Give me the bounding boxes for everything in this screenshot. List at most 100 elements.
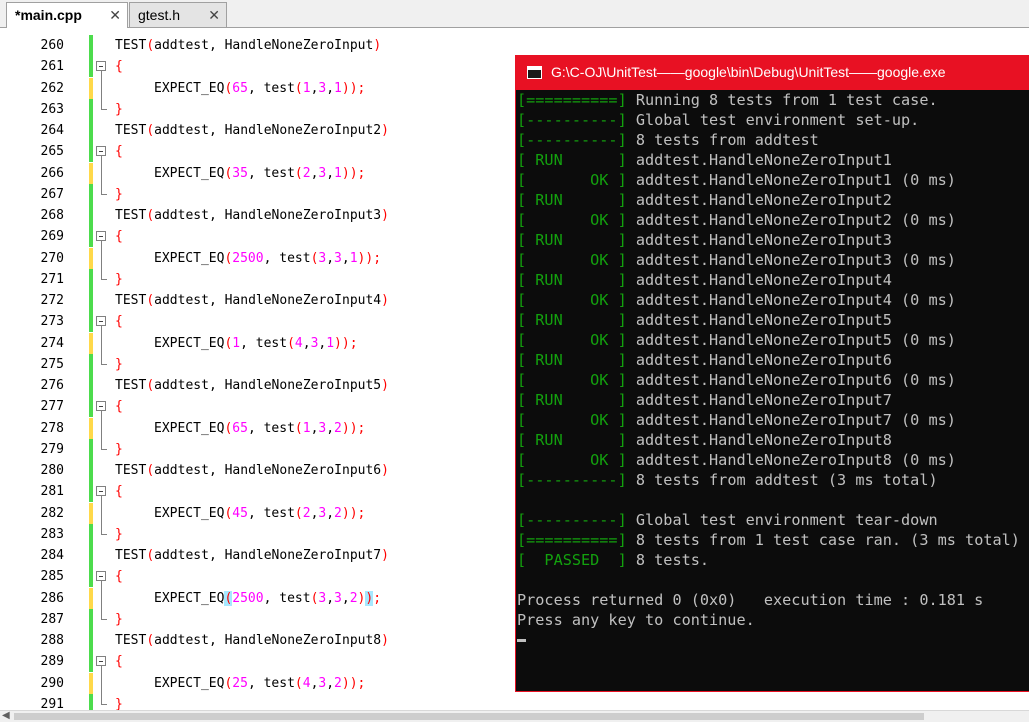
tab-label: *main.cpp xyxy=(15,7,82,23)
expect-statement: EXPECT_EQ(2500, test(3,3,2)); xyxy=(154,590,382,606)
fold-collapse-icon[interactable] xyxy=(96,571,106,582)
change-marker xyxy=(89,35,93,56)
call-arguments: 1,3,2 xyxy=(302,420,342,436)
close-icon[interactable]: ✕ xyxy=(109,3,121,27)
test-declaration: TEST(addtest, HandleNoneZeroInput) xyxy=(115,38,382,53)
fold-collapse-icon[interactable] xyxy=(96,401,106,412)
expected-value: 45 xyxy=(232,505,248,521)
status-tag: [ RUN ] xyxy=(517,431,627,449)
test-declaration: TEST(addtest, HandleNoneZeroInput4) xyxy=(115,293,389,308)
fold-collapse-icon[interactable] xyxy=(96,656,106,667)
change-marker xyxy=(89,672,93,694)
line-number: 265 xyxy=(40,144,64,160)
line-number: 289 xyxy=(40,654,64,670)
suite-name: addtest xyxy=(154,378,209,393)
line-number: 263 xyxy=(40,101,64,117)
console-text: addtest.HandleNoneZeroInput3 xyxy=(626,231,892,249)
close-brace: } xyxy=(115,101,123,117)
line-number: 261 xyxy=(40,59,64,75)
fold-end-marker xyxy=(101,533,107,535)
console-line: [ RUN ] addtest.HandleNoneZeroInput3 xyxy=(517,230,1029,250)
change-marker xyxy=(89,332,93,354)
change-marker xyxy=(89,77,93,99)
console-text: addtest.HandleNoneZeroInput4 (0 ms) xyxy=(626,291,956,309)
open-brace: { xyxy=(115,654,123,670)
function-name: test xyxy=(263,505,295,521)
status-tag: [==========] xyxy=(517,91,627,109)
text-cursor xyxy=(517,639,526,642)
fold-collapse-icon[interactable] xyxy=(96,486,106,497)
macro-name: EXPECT_EQ xyxy=(154,80,225,96)
expect-statement: EXPECT_EQ(65, test(1,3,1)); xyxy=(154,80,366,96)
suite-name: addtest xyxy=(154,208,209,223)
line-number: 288 xyxy=(40,633,64,648)
line-number: 280 xyxy=(40,463,64,478)
console-text: addtest.HandleNoneZeroInput7 (0 ms) xyxy=(626,411,956,429)
fold-collapse-icon[interactable] xyxy=(96,146,106,157)
console-line: [----------] 8 tests from addtest (3 ms … xyxy=(517,470,1029,490)
line-number-gutter: 260 261 262 263 264 265 266 267 268 269 270 271 272 2… xyxy=(0,28,66,710)
console-text: Global test environment set-up. xyxy=(626,111,920,129)
suite-name: addtest xyxy=(154,293,209,308)
close-brace: } xyxy=(115,526,123,542)
line-number: 270 xyxy=(40,250,64,266)
change-marker xyxy=(89,162,93,184)
open-brace: { xyxy=(115,569,123,585)
line-number: 273 xyxy=(40,314,64,330)
console-line: [----------] Global test environment tea… xyxy=(517,510,1029,530)
console-text: addtest.HandleNoneZeroInput6 (0 ms) xyxy=(626,371,956,389)
suite-name: addtest xyxy=(154,548,209,563)
expected-value: 2500 xyxy=(232,250,264,266)
change-marker xyxy=(89,98,93,120)
fold-end-marker xyxy=(101,703,107,705)
test-declaration: TEST(addtest, HandleNoneZeroInput7) xyxy=(115,548,389,563)
tab-gtest-h[interactable]: gtest.h ✕ xyxy=(129,2,227,27)
line-number: 290 xyxy=(40,675,64,691)
status-tag: [ RUN ] xyxy=(517,191,627,209)
macro-name: EXPECT_EQ xyxy=(154,675,225,691)
console-text: addtest.HandleNoneZeroInput8 (0 ms) xyxy=(626,451,956,469)
change-marker xyxy=(89,481,93,503)
fold-guide xyxy=(101,71,102,110)
close-brace: } xyxy=(115,696,123,710)
line-number: 283 xyxy=(40,526,64,542)
scroll-left-icon[interactable]: ◀ xyxy=(2,710,10,721)
close-icon[interactable]: ✕ xyxy=(208,3,220,27)
macro-name: EXPECT_EQ xyxy=(154,250,225,266)
line-number: 268 xyxy=(40,208,64,223)
change-marker xyxy=(89,566,93,588)
console-text: addtest.HandleNoneZeroInput2 (0 ms) xyxy=(626,211,956,229)
tab-main-cpp[interactable]: *main.cpp ✕ xyxy=(6,2,128,28)
close-brace: } xyxy=(115,356,123,372)
console-title-bar[interactable]: G:\C-OJ\UnitTest——google\bin\Debug\UnitT… xyxy=(516,55,1029,90)
console-window[interactable]: G:\C-OJ\UnitTest——google\bin\Debug\UnitT… xyxy=(515,55,1029,692)
function-name: test xyxy=(263,420,295,436)
console-line: [ RUN ] addtest.HandleNoneZeroInput8 xyxy=(517,430,1029,450)
status-tag: [ OK ] xyxy=(517,371,627,389)
scrollbar-thumb[interactable] xyxy=(14,713,924,720)
console-line: [ OK ] addtest.HandleNoneZeroInput6 (0 m… xyxy=(517,370,1029,390)
line-number: 260 xyxy=(40,38,64,53)
fold-end-marker xyxy=(101,363,107,365)
console-line: [ RUN ] addtest.HandleNoneZeroInput7 xyxy=(517,390,1029,410)
console-line: [----------] 8 tests from addtest xyxy=(517,130,1029,150)
console-text: addtest.HandleNoneZeroInput6 xyxy=(626,351,892,369)
function-name: test xyxy=(279,590,311,606)
close-brace: } xyxy=(115,271,123,287)
change-marker xyxy=(89,120,93,141)
horizontal-scrollbar[interactable]: ◀ xyxy=(0,710,1029,722)
change-marker xyxy=(89,693,93,710)
macro-name: EXPECT_EQ xyxy=(154,165,225,181)
status-tag: [ RUN ] xyxy=(517,311,627,329)
change-marker xyxy=(89,396,93,418)
line-number: 274 xyxy=(40,335,64,351)
function-name: test xyxy=(263,675,295,691)
status-tag: [----------] xyxy=(517,111,627,129)
line-number: 264 xyxy=(40,123,64,138)
fold-collapse-icon[interactable] xyxy=(96,231,106,242)
status-tag: [==========] xyxy=(517,531,627,549)
fold-collapse-icon[interactable] xyxy=(96,316,106,327)
line-number: 287 xyxy=(40,611,64,627)
close-brace: } xyxy=(115,611,123,627)
fold-collapse-icon[interactable] xyxy=(96,61,106,72)
